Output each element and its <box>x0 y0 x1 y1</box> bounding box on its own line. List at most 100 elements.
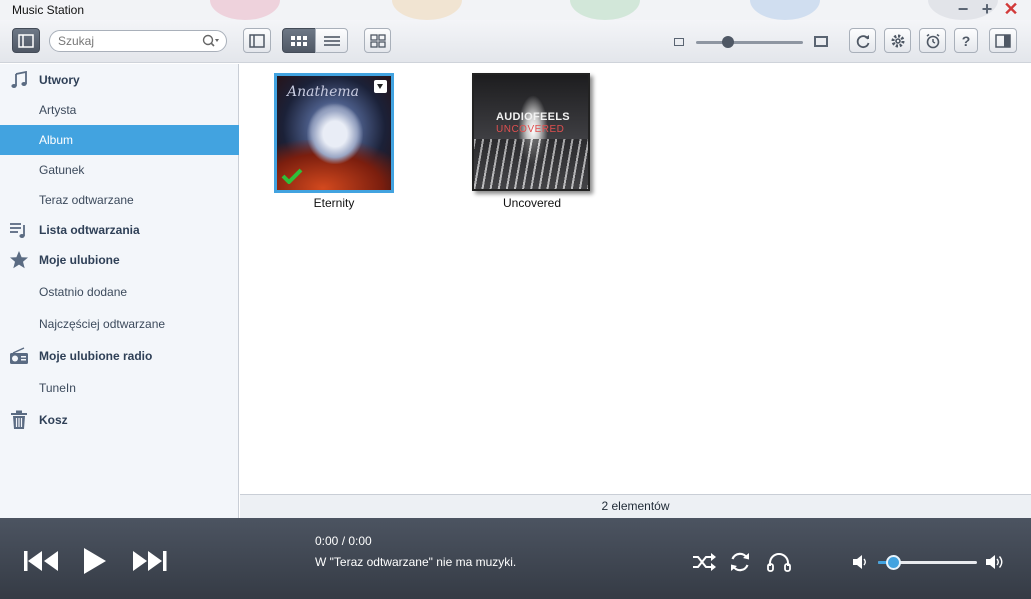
sidebar: Utwory Artysta Album Gatunek Teraz odtwa… <box>0 64 239 518</box>
list-view-icon <box>323 35 340 46</box>
help-icon: ? <box>961 32 971 49</box>
album-title[interactable]: Uncovered <box>472 196 592 210</box>
right-panel-button[interactable] <box>989 28 1017 53</box>
album-title[interactable]: Eternity <box>274 196 394 210</box>
zoom-slider-thumb[interactable] <box>722 36 734 48</box>
refresh-button[interactable] <box>849 28 876 53</box>
trash-icon <box>9 410 29 430</box>
playlist-icon <box>9 220 29 240</box>
zoom-slider[interactable] <box>696 41 803 44</box>
album-art-text: UNCOVERED <box>496 124 565 135</box>
sidebar-item-ostatnio-dodane[interactable]: Ostatnio dodane <box>0 277 239 307</box>
album-tile[interactable]: Anathema Eternity <box>274 73 394 210</box>
sidebar-item-label: Gatunek <box>39 163 85 177</box>
alarm-button[interactable] <box>919 28 946 53</box>
album-cover[interactable]: Anathema <box>274 73 394 193</box>
sidebar-item-najczesciej-odtwarzane[interactable]: Najczęściej odtwarzane <box>0 309 239 339</box>
volume-up-icon[interactable] <box>986 554 1006 573</box>
close-button[interactable]: ✕ <box>1002 0 1020 19</box>
album-art-text: AUDIOFEELS <box>496 111 570 123</box>
album-cover[interactable]: AUDIOFEELS UNCOVERED <box>472 73 590 191</box>
sidebar-item-kosz[interactable]: Kosz <box>0 405 239 435</box>
title-bar: Music Station − + ✕ <box>0 0 1031 20</box>
sidebar-item-label: TuneIn <box>39 381 76 395</box>
toolbar: ? <box>0 20 1031 63</box>
previous-track-button[interactable] <box>24 550 60 575</box>
help-button[interactable]: ? <box>954 28 978 53</box>
volume-slider-thumb[interactable] <box>886 555 901 570</box>
grid-view-icon <box>291 35 307 46</box>
player-bar: 0:00 / 0:00 W "Teraz odtwarzane" nie ma … <box>0 518 1031 599</box>
sidebar-item-label: Moje ulubione <box>39 253 120 267</box>
album-art-text: Anathema <box>287 84 360 100</box>
radio-icon <box>9 346 29 366</box>
sidebar-item-moje-ulubione-radio[interactable]: Moje ulubione radio <box>0 341 239 371</box>
previous-icon <box>24 551 58 571</box>
sidebar-item-label: Ostatnio dodane <box>39 285 128 299</box>
search-box <box>49 30 227 52</box>
thumbnail-view-button[interactable] <box>282 28 316 53</box>
music-note-icon <box>9 70 29 90</box>
play-icon <box>84 548 106 574</box>
minimize-button[interactable]: − <box>954 0 972 19</box>
now-playing-message: W "Teraz odtwarzane" nie ma muzyki. <box>315 555 517 569</box>
maximize-button[interactable]: + <box>978 0 996 19</box>
sidebar-item-teraz-odtwarzane[interactable]: Teraz odtwarzane <box>0 185 239 215</box>
sidebar-item-gatunek[interactable]: Gatunek <box>0 155 239 185</box>
checkmark-icon[interactable] <box>281 168 303 187</box>
repeat-icon <box>731 552 749 572</box>
next-track-button[interactable] <box>132 550 168 575</box>
detail-panel-button[interactable] <box>243 28 271 53</box>
sidebar-item-label: Album <box>39 133 74 147</box>
sidebar-item-tunein[interactable]: TuneIn <box>0 373 239 403</box>
sidebar-item-utwory[interactable]: Utwory <box>0 65 239 95</box>
sidebar-item-label: Lista odtwarzania <box>39 223 140 237</box>
star-icon <box>9 250 29 270</box>
background-app-icon <box>750 0 820 20</box>
sidebar-item-lista-odtwarzania[interactable]: Lista odtwarzania <box>0 215 239 245</box>
sidebar-item-label: Kosz <box>39 413 68 427</box>
select-grid-icon <box>369 33 386 48</box>
repeat-button[interactable] <box>729 551 751 576</box>
sidebar-item-label: Teraz odtwarzane <box>39 193 134 207</box>
status-bar: 2 elementów <box>240 494 1031 518</box>
alarm-clock-icon <box>926 33 939 48</box>
shuffle-button[interactable] <box>692 553 716 574</box>
background-app-icon <box>392 0 462 20</box>
sidebar-item-artysta[interactable]: Artysta <box>0 95 239 125</box>
search-icon[interactable] <box>202 34 220 51</box>
output-device-button[interactable] <box>767 552 791 575</box>
album-art: AUDIOFEELS UNCOVERED <box>474 75 588 189</box>
volume-down-icon[interactable] <box>853 555 869 572</box>
shuffle-icon <box>693 553 716 571</box>
settings-button[interactable] <box>884 28 911 53</box>
sidebar-item-album[interactable]: Album <box>0 125 239 155</box>
zoom-small-icon <box>674 38 684 46</box>
zoom-large-icon <box>814 36 828 47</box>
play-button[interactable] <box>83 547 107 578</box>
gear-icon <box>891 34 904 47</box>
album-tile[interactable]: AUDIOFEELS UNCOVERED Uncovered <box>472 73 592 210</box>
window-title: Music Station <box>12 3 85 17</box>
list-view-button[interactable] <box>315 28 348 53</box>
toggle-sidebar-button[interactable] <box>12 28 40 53</box>
next-icon <box>133 551 167 571</box>
album-art: Anathema <box>277 76 391 190</box>
album-menu-dropdown[interactable] <box>374 80 387 93</box>
item-count: 2 elementów <box>601 499 670 513</box>
sidebar-item-moje-ulubione[interactable]: Moje ulubione <box>0 245 239 275</box>
search-input[interactable] <box>58 34 198 48</box>
sidebar-item-label: Najczęściej odtwarzane <box>39 317 166 331</box>
right-panel-icon <box>995 33 1011 48</box>
sidebar-item-label: Utwory <box>39 73 80 87</box>
sidebar-item-label: Moje ulubione radio <box>39 349 153 363</box>
multi-select-button[interactable] <box>364 28 391 53</box>
background-app-icon <box>570 0 640 20</box>
headphones-icon <box>767 553 791 572</box>
album-grid: Anathema Eternity AUDIOFEELS UNCOVERED U… <box>240 64 1031 494</box>
sidebar-panel-icon <box>18 33 34 48</box>
refresh-icon <box>856 34 869 48</box>
playback-time: 0:00 / 0:00 <box>315 534 372 548</box>
background-app-icon <box>210 0 280 20</box>
sidebar-item-label: Artysta <box>39 103 77 117</box>
